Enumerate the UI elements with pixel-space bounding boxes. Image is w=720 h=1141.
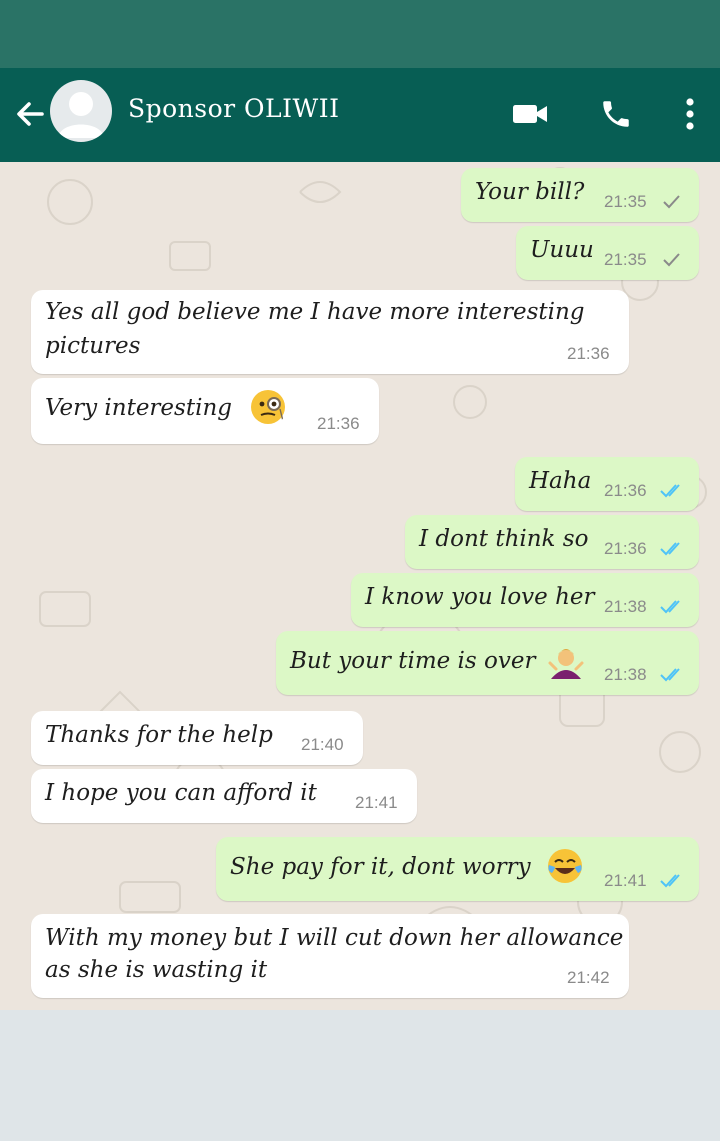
- read-check-icon: [660, 542, 680, 556]
- status-bar: [0, 0, 720, 68]
- message-time: 21:36: [604, 481, 647, 500]
- avatar-placeholder-icon: [58, 92, 104, 138]
- more-vert-icon: [686, 98, 694, 130]
- message-time: 21:35: [604, 250, 647, 269]
- message-text: But your time is over: [290, 648, 536, 674]
- back-button[interactable]: [12, 96, 48, 132]
- voice-call-icon: [603, 101, 629, 127]
- delivered-check-icon: [663, 253, 680, 267]
- message-incoming[interactable]: Thanks for the help 21:40: [31, 711, 363, 765]
- message-time: 21:41: [604, 871, 647, 890]
- message-text: I hope you can afford it: [45, 780, 317, 806]
- message-text-line: pictures: [45, 333, 141, 359]
- message-incoming[interactable]: I hope you can afford it 21:41: [31, 769, 417, 823]
- more-options-button[interactable]: [672, 96, 708, 132]
- message-time: 21:36: [567, 344, 610, 363]
- message-text: Very interesting: [45, 395, 232, 421]
- message-time: 21:36: [604, 539, 647, 558]
- message-text-line: as she is wasting it: [45, 957, 268, 983]
- video-call-icon: [513, 105, 547, 123]
- contact-name[interactable]: Sponsor OLIWII: [128, 94, 339, 123]
- face-with-tears-of-joy-emoji: [548, 849, 582, 883]
- face-with-monocle-emoji: [251, 390, 285, 424]
- message-incoming[interactable]: Very interesting 21:36: [31, 378, 379, 444]
- back-arrow-icon: [17, 102, 44, 126]
- message-text: I dont think so: [419, 526, 589, 552]
- message-text-line: Yes all god believe me I have more inter…: [45, 299, 585, 325]
- message-text: She pay for it, dont worry: [230, 854, 531, 880]
- message-text: I know you love her: [365, 584, 595, 610]
- bottom-area: [0, 1010, 720, 1141]
- message-incoming[interactable]: Yes all god believe me I have more inter…: [31, 290, 629, 374]
- read-check-icon: [660, 668, 680, 682]
- message-time: 21:36: [317, 414, 360, 433]
- delivered-check-icon: [663, 195, 680, 209]
- message-text: Uuuu: [530, 237, 594, 263]
- message-text: Thanks for the help: [45, 722, 273, 748]
- video-call-button[interactable]: [510, 96, 550, 132]
- message-time: 21:41: [355, 793, 398, 812]
- message-text: Haha: [529, 468, 592, 494]
- read-check-icon: [660, 600, 680, 614]
- read-check-icon: [660, 874, 680, 888]
- message-outgoing[interactable]: Haha 21:36: [515, 457, 699, 511]
- message-text: Your bill?: [475, 179, 585, 205]
- message-time: 21:38: [604, 597, 647, 616]
- message-time: 21:38: [604, 665, 647, 684]
- message-incoming[interactable]: With my money but I will cut down her al…: [31, 914, 629, 998]
- message-outgoing[interactable]: Your bill? 21:35: [461, 168, 699, 222]
- message-text-line: With my money but I will cut down her al…: [45, 925, 624, 951]
- message-time: 21:40: [301, 735, 344, 754]
- read-check-icon: [660, 484, 680, 498]
- message-outgoing[interactable]: She pay for it, dont worry 21:41: [216, 837, 699, 901]
- voice-call-button[interactable]: [596, 96, 636, 132]
- person-shrugging-emoji: [548, 649, 584, 679]
- message-outgoing[interactable]: I know you love her 21:38: [351, 573, 699, 627]
- message-time: 21:35: [604, 192, 647, 211]
- message-outgoing[interactable]: I dont think so 21:36: [405, 515, 699, 569]
- message-outgoing[interactable]: But your time is over 21:38: [276, 631, 699, 695]
- contact-avatar[interactable]: [50, 80, 112, 142]
- message-time: 21:42: [567, 968, 610, 987]
- chat-area[interactable]: Your bill? 21:35 Uuuu 21:35 Yes all god …: [0, 162, 720, 1010]
- chat-header: Sponsor OLIWII: [0, 68, 720, 162]
- message-outgoing[interactable]: Uuuu 21:35: [516, 226, 699, 280]
